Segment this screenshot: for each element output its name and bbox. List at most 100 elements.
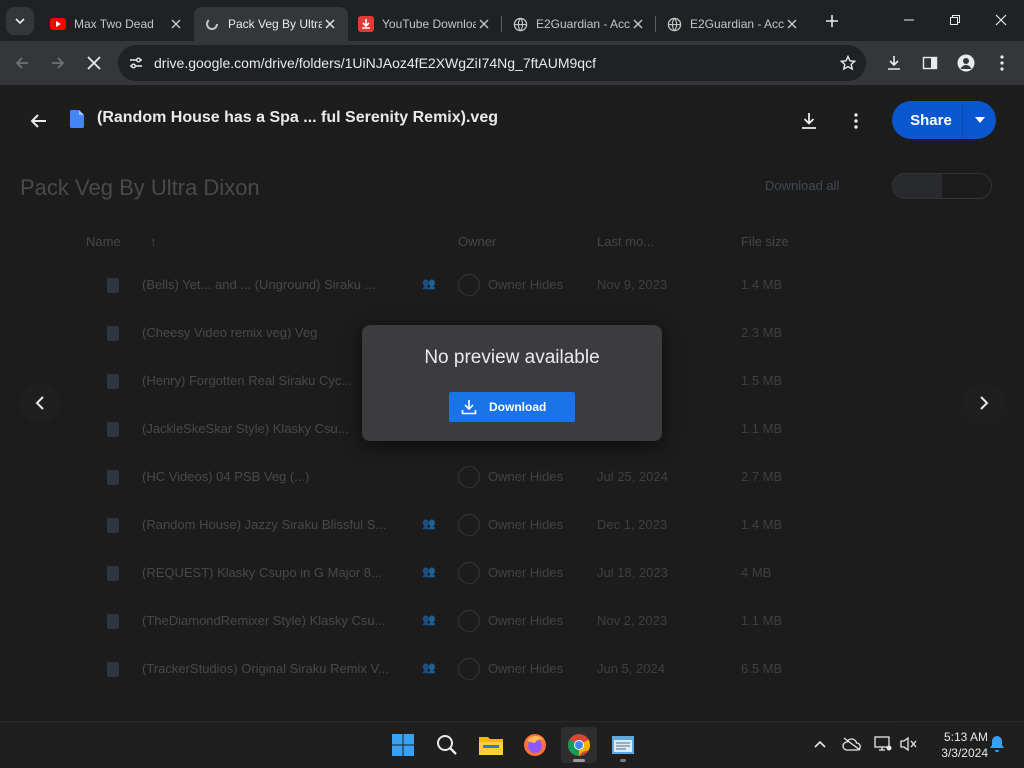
download-label: Download [489, 400, 547, 414]
clock-time: 5:13 AM [943, 730, 988, 744]
minimize-button[interactable] [886, 0, 932, 40]
show-hidden-icons-chevron-up-icon[interactable] [808, 732, 832, 756]
close-viewer-button[interactable] [24, 107, 52, 135]
tab-title: YouTube Downloader [382, 17, 476, 31]
shared-icon: 👥 [422, 614, 436, 626]
download-icon [449, 399, 489, 415]
stop-loading-button[interactable] [76, 45, 112, 81]
file-icon [107, 422, 119, 437]
tab-e2guardian-1[interactable]: E2Guardian - Access Denied [502, 7, 656, 41]
tab-max-two-dead[interactable]: Max Two Dead [40, 7, 194, 41]
column-owner: Owner [458, 234, 497, 249]
file-owner: Owner Hides [488, 613, 564, 628]
owner-avatar [458, 274, 480, 296]
windows-start-icon[interactable] [385, 727, 421, 763]
file-owner: Owner Hides [488, 565, 564, 580]
file-size: 2.3 MB [741, 325, 783, 340]
share-label: Share [910, 111, 952, 129]
file-icon [107, 566, 119, 581]
file-type-icon [70, 110, 84, 128]
chrome-icon[interactable] [561, 727, 597, 763]
arrow-left-icon [15, 57, 28, 69]
search-icon[interactable] [429, 727, 465, 763]
file-date: Jul 25, 2024 [597, 469, 668, 484]
column-name: Name [86, 234, 121, 249]
owner-avatar [458, 562, 480, 584]
side-panel-icon[interactable] [912, 45, 948, 81]
file-icon [107, 470, 119, 485]
share-button[interactable]: Share [892, 101, 996, 139]
file-owner: Owner Hides [488, 517, 564, 532]
file-row: (Bells) Yet... and ... (Unground) Siraku… [0, 262, 1024, 310]
file-name: (Random House) Jazzy Siraku Blissful S..… [142, 517, 387, 532]
view-toggle [892, 173, 992, 199]
more-options-icon[interactable] [842, 107, 870, 135]
file-size: 6.5 MB [741, 661, 783, 676]
tab-title: Pack Veg By Ultra Dixon [228, 17, 322, 31]
close-tab-icon[interactable] [322, 16, 338, 32]
back-button[interactable] [4, 45, 40, 81]
close-tab-icon[interactable] [476, 16, 492, 32]
system-clock[interactable]: 5:13 AM 3/3/2024 [924, 729, 988, 761]
forward-button[interactable] [40, 45, 76, 81]
file-icon [107, 518, 119, 533]
close-window-button[interactable] [978, 0, 1024, 40]
shared-icon: 👥 [422, 662, 436, 674]
file-date: Nov 9, 2023 [597, 277, 668, 292]
file-row: (Random House) Jazzy Siraku Blissful S..… [0, 502, 1024, 550]
new-tab-button[interactable] [818, 7, 846, 35]
column-file-size: File size [741, 234, 789, 249]
restore-button[interactable] [932, 0, 978, 40]
firefox-icon[interactable] [517, 727, 553, 763]
close-tab-icon[interactable] [630, 16, 646, 32]
downloads-icon[interactable] [876, 45, 912, 81]
file-size: 1.5 MB [741, 373, 783, 388]
file-row: (HC Videos) 04 PSB Veg (...) Owner Hides J… [0, 454, 1024, 502]
viewer-download-icon[interactable] [795, 107, 823, 135]
url-text: drive.google.com/drive/folders/1UiNJAoz4… [154, 55, 596, 71]
viewer-file-title: (Random House has a Spa ... ful Serenity… [97, 109, 498, 126]
volume-muted-icon[interactable] [897, 732, 921, 756]
globe-icon [512, 16, 528, 32]
profile-avatar-icon[interactable] [948, 45, 984, 81]
file-name: (HC Videos) 04 PSB Veg (...) [142, 469, 310, 484]
file-size: 4 MB [741, 565, 772, 580]
tab-pack-veg[interactable]: Pack Veg By Ultra Dixon [194, 7, 348, 41]
notepad-icon[interactable] [605, 727, 641, 763]
tab-youtube-downloader[interactable]: YouTube Downloader [348, 7, 502, 41]
file-row: (TheDiamondRemixer Style) Klasky Csu... 👥… [0, 598, 1024, 646]
close-icon [87, 56, 101, 70]
share-dropdown-icon[interactable] [962, 101, 996, 139]
tab-title: E2Guardian - Access Denied [690, 17, 784, 31]
file-icon [107, 278, 119, 293]
previous-file-button[interactable] [20, 383, 60, 423]
network-icon[interactable] [871, 732, 895, 756]
chevron-right-icon [980, 396, 989, 410]
tab-e2guardian-2[interactable]: E2Guardian - Access Denied [656, 7, 810, 41]
file-name: (REQUEST) Klasky Csupo in G Major 8... [142, 565, 382, 580]
next-file-button[interactable] [964, 383, 1004, 423]
file-icon [107, 614, 119, 629]
chevron-down-icon [15, 17, 25, 24]
file-owner: Owner Hides [488, 469, 564, 484]
sort-up-arrow-icon: ↑ [150, 234, 157, 249]
close-tab-icon[interactable] [168, 16, 184, 32]
window-controls [886, 0, 1024, 40]
close-tab-icon[interactable] [784, 16, 800, 32]
browser-toolbar: drive.google.com/drive/folders/1UiNJAoz4… [0, 41, 1024, 85]
file-date: Dec 1, 2023 [597, 517, 668, 532]
clock-date: 3/3/2024 [941, 746, 988, 760]
onedrive-offline-icon[interactable] [840, 732, 864, 756]
notification-bell-icon[interactable] [985, 732, 1009, 756]
tab-search-button[interactable] [6, 6, 34, 35]
viewer-header: (Random House has a Spa ... ful Serenity… [0, 85, 1024, 155]
address-bar[interactable]: drive.google.com/drive/folders/1UiNJAoz4… [118, 45, 866, 81]
file-explorer-icon[interactable] [473, 727, 509, 763]
download-app-icon [358, 16, 374, 32]
chrome-menu-icon[interactable] [984, 45, 1020, 81]
bookmark-star-icon[interactable] [830, 45, 866, 81]
download-button[interactable]: Download [449, 392, 575, 422]
site-info-icon[interactable] [118, 55, 154, 71]
page-content: Pack Veg By Ultra Dixon Download all Nam… [0, 85, 1024, 721]
file-size: 1.1 MB [741, 613, 783, 628]
